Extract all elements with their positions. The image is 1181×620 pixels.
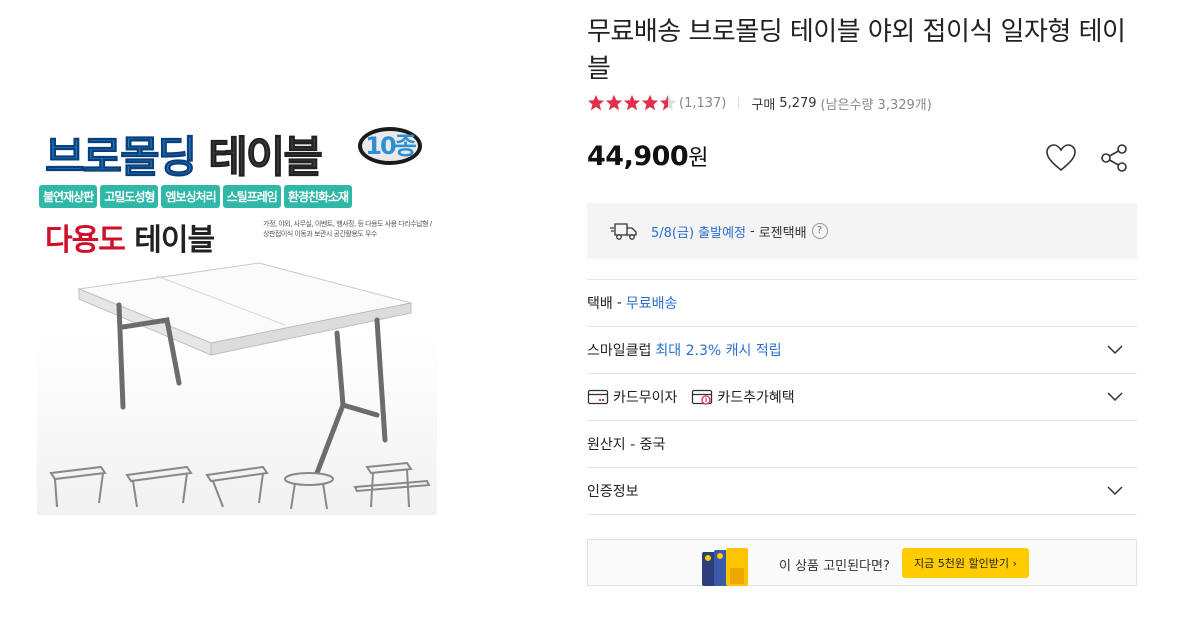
remaining-stock: (남은수량 3,329개) — [820, 97, 932, 113]
star-icon — [587, 94, 605, 111]
chevron-down-icon[interactable] — [1107, 484, 1123, 496]
smileclub-value: 최대 2.3% 캐시 적립 — [655, 343, 782, 359]
purchase-count: 5,279 — [779, 95, 817, 111]
folding-table-illustration — [49, 262, 431, 510]
promo-banner: 이 상품 고민된다면? 지금 5천원 할인받기 › — [587, 539, 1137, 586]
card-benefits-row[interactable]: 카드무이자 카드추가혜택 — [587, 374, 1137, 421]
truck-icon — [610, 223, 637, 240]
delivery-date: 5/8(금) 출발예정 — [651, 225, 746, 241]
star-icon — [623, 94, 641, 111]
card-benefit-icon — [692, 389, 713, 405]
card-interest-free[interactable]: 카드무이자 — [587, 387, 677, 407]
info-list: 택배 - 무료배송 스마일클럽 최대 2.3% 캐시 적립 카드무이자 카드추가… — [587, 279, 1137, 515]
delivery-info: 5/8(금) 출발예정 - 로젠택배 ? — [587, 203, 1137, 259]
heart-icon[interactable] — [1045, 143, 1077, 173]
coupon-cards-icon — [702, 548, 748, 586]
delivery-carrier: 로젠택배 — [758, 225, 807, 241]
product-image[interactable]: 브로몰딩 테이블 10종 불연재상판 고밀도성형 엠보싱처리 스틸프레임 환경친… — [37, 115, 437, 515]
origin-row: 원산지 - 중국 — [587, 421, 1137, 468]
divider — [738, 97, 740, 109]
card-benefit[interactable]: 카드추가혜택 — [691, 387, 795, 407]
shipping-label: 택배 — [587, 296, 613, 312]
chevron-down-icon[interactable] — [1107, 343, 1123, 355]
smileclub-label: 스마일클럽 — [587, 343, 652, 359]
product-title: 무료배송 브로몰딩 테이블 야외 접이식 일자형 테이블 — [587, 17, 1126, 84]
star-rating — [587, 94, 677, 112]
card-interest-free-label: 카드무이자 — [613, 390, 678, 406]
shipping-separator: - — [616, 295, 622, 311]
half-star-icon — [659, 94, 677, 111]
share-icon[interactable] — [1099, 143, 1129, 173]
shipping-row: 택배 - 무료배송 — [587, 280, 1137, 327]
price-value: 44,900 — [587, 141, 689, 172]
help-icon[interactable]: ? — [811, 223, 828, 239]
price-currency: 원 — [688, 146, 708, 171]
delivery-separator: - — [750, 223, 755, 239]
certification-row[interactable]: 인증정보 — [587, 468, 1137, 515]
promo-text: 이 상품 고민된다면? — [779, 559, 890, 574]
rating-row: (1,137) 구매 5,279 (남은수량 3,329개) — [587, 93, 932, 113]
price: 44,900원 — [587, 140, 708, 172]
star-icon — [641, 94, 659, 111]
card-benefit-label: 카드추가혜택 — [717, 390, 795, 406]
review-count[interactable]: (1,137) — [679, 96, 726, 111]
origin-text: 원산지 - 중국 — [587, 437, 666, 453]
purchase-label: 구매 — [751, 97, 776, 113]
credit-card-icon — [587, 389, 609, 405]
smileclub-row[interactable]: 스마일클럽 최대 2.3% 캐시 적립 — [587, 327, 1137, 374]
shipping-value: 무료배송 — [625, 296, 678, 312]
chevron-down-icon[interactable] — [1107, 390, 1123, 402]
discount-button[interactable]: 지금 5천원 할인받기 › — [902, 548, 1029, 578]
star-icon — [605, 94, 623, 111]
certification-label: 인증정보 — [587, 484, 639, 500]
